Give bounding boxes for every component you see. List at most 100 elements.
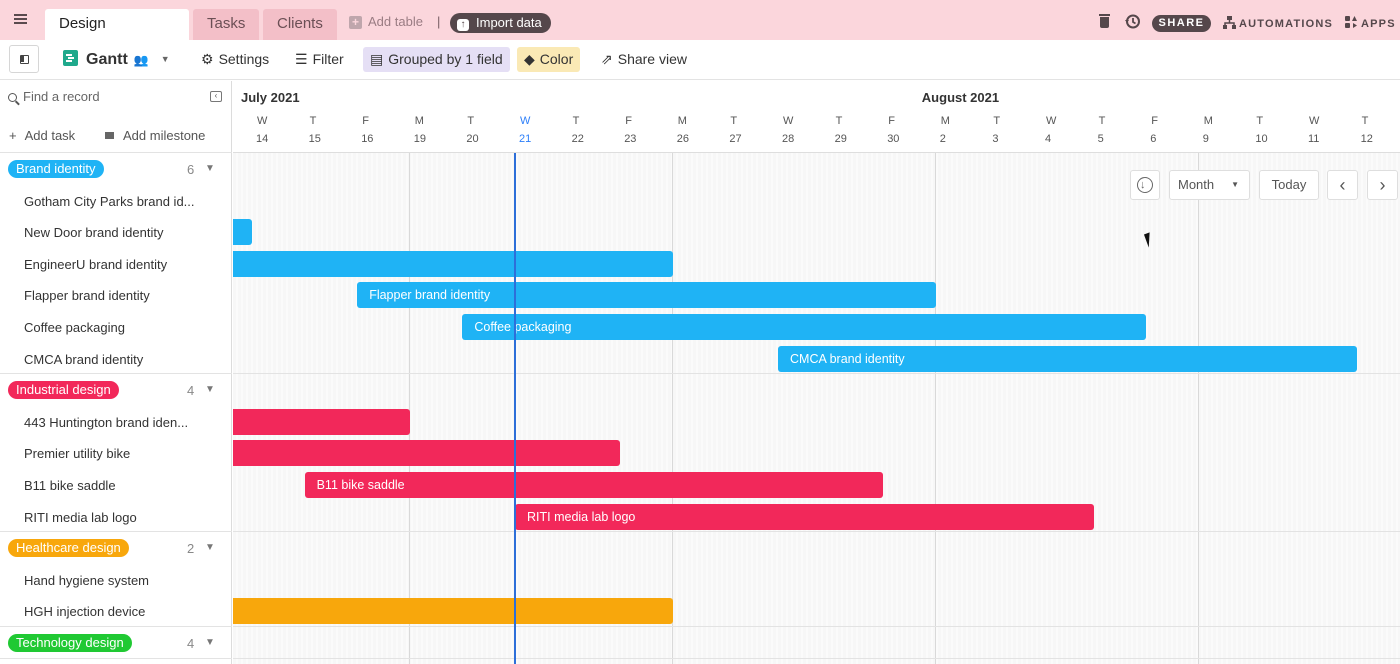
search-input[interactable]: Find a record [8,89,100,104]
share-view-button[interactable]: ⇗ Share view [594,47,694,72]
week-gridline [671,153,673,664]
add-milestone-button[interactable]: Add milestone [105,128,205,143]
settings-button[interactable]: ⚙ Settings [194,47,276,72]
add-task-button[interactable]: + Add task [9,128,75,143]
record-row[interactable]: Gotham City Parks brand id... [24,194,195,209]
filter-button[interactable]: ☰ Filter [288,47,351,72]
record-row[interactable]: HGH injection device [24,604,145,619]
day-of-week-label: T [1361,115,1369,127]
import-data-button[interactable]: ↑ Import data [450,13,551,33]
view-switcher[interactable]: Gantt 👥 ▼ [63,48,170,71]
sidebar-toggle-button[interactable] [9,45,39,73]
gantt-bar[interactable]: B11 bike saddle [304,472,884,498]
day-of-month-label: 30 [887,133,900,145]
gantt-bar[interactable]: Flapper brand identity [357,282,936,309]
day-of-month-label: 28 [782,133,795,145]
gantt-bar[interactable]: EngineerU brand identity [233,250,673,277]
color-button[interactable]: ◆ Color [517,47,581,72]
day-of-month-label: 10 [1255,133,1268,145]
day-of-week-label: T [835,115,843,127]
search-icon [8,93,17,102]
collapse-group-icon[interactable]: ▼ [205,163,215,174]
share-button[interactable]: SHARE [1152,15,1211,32]
collapse-group-icon[interactable]: ▼ [205,384,215,395]
group-button[interactable]: ▤ Grouped by 1 field [363,47,510,72]
gantt-bar[interactable] [233,219,252,246]
gantt-bar[interactable] [233,408,410,435]
download-button[interactable] [1130,170,1160,200]
group-label[interactable]: Brand identity [8,160,104,178]
group-divider [233,626,1400,627]
tab-clients[interactable]: Clients [263,9,337,40]
previous-button[interactable]: ‹ [1327,170,1358,200]
record-row[interactable]: 443 Huntington brand iden... [24,415,188,430]
group-divider [0,657,232,659]
week-gridline [1197,153,1199,664]
trash-icon[interactable] [1099,14,1110,29]
tab-tasks[interactable]: Tasks [193,9,260,40]
automations-button[interactable]: AUTOMATIONS [1223,16,1333,30]
day-of-month-label: 6 [1150,133,1157,145]
plus-icon: + [9,128,17,143]
day-of-week-label: M [414,115,424,127]
day-of-week-label: F [888,115,895,127]
apps-label: APPS [1361,18,1396,30]
day-of-month-label: 21 [519,133,532,145]
record-row[interactable]: Flapper brand identity [24,288,150,303]
day-of-week-label: W [1309,115,1320,127]
group-label[interactable]: Healthcare design [8,539,129,558]
gantt-bar[interactable]: RITI media lab logo [515,503,1094,530]
day-of-month-label: 11 [1308,133,1320,145]
week-gridline [934,153,936,664]
gantt-bar[interactable] [233,440,621,467]
day-of-month-label: 5 [1097,133,1104,145]
next-button[interactable]: › [1367,170,1398,200]
history-icon[interactable] [1124,13,1141,30]
day-of-week-label: T [993,115,1001,127]
add-table-button[interactable]: + Add table [349,14,423,29]
today-button[interactable]: Today [1259,170,1319,200]
gantt-bar[interactable]: Coffee packaging [462,314,1147,340]
record-row[interactable]: Premier utility bike [24,446,130,461]
menu-icon[interactable] [14,12,32,28]
collapse-panel-icon[interactable]: ‹ [210,91,222,102]
time-scale-select[interactable]: Month ▼ [1169,170,1250,200]
time-scale-value: Month [1178,177,1215,192]
group-label[interactable]: Technology design [8,634,132,652]
gantt-bar[interactable]: CMCA brand identity [778,345,1357,372]
record-row[interactable]: CMCA brand identity [24,352,143,367]
day-of-month-label: 3 [992,133,999,145]
record-row[interactable]: Coffee packaging [24,320,125,335]
group-divider [0,531,232,533]
apps-button[interactable]: APPS [1345,16,1396,30]
today-label: Today [1271,177,1307,192]
month-label: July 2021 [241,90,300,105]
day-of-month-label: 27 [729,133,742,145]
record-row[interactable]: New Door brand identity [24,225,163,240]
gantt-bar[interactable] [233,598,673,625]
gantt-bar-label: RITI media lab logo [527,509,636,524]
day-of-week-label: T [309,115,317,127]
import-data-label: Import data [476,15,542,30]
day-of-month-label: 16 [361,133,374,145]
record-row[interactable]: Hand hygiene system [24,573,149,588]
people-icon: 👥 [133,53,149,67]
collapse-group-icon[interactable]: ▼ [205,542,215,553]
record-row[interactable]: RITI media lab logo [24,510,137,525]
day-of-week-label: T [572,115,580,127]
record-row[interactable]: B11 bike saddle [24,478,116,493]
group-icon: ▤ [370,51,384,67]
chevron-left-icon: ‹ [1339,175,1346,195]
view-name: Gantt [86,51,128,68]
group-label[interactable]: Industrial design [8,381,119,400]
apps-icon [1345,16,1357,28]
group-divider [0,373,232,375]
collapse-group-icon[interactable]: ▼ [205,637,215,648]
group-count: 2 [187,541,195,557]
record-row[interactable]: EngineerU brand identity [24,257,167,272]
day-of-month-label: 29 [834,133,847,145]
group-label: Grouped by 1 field [388,51,503,67]
tab-design-projects[interactable]: Design projects▼ [45,9,189,63]
group-divider [233,657,1400,659]
group-divider [233,531,1400,533]
